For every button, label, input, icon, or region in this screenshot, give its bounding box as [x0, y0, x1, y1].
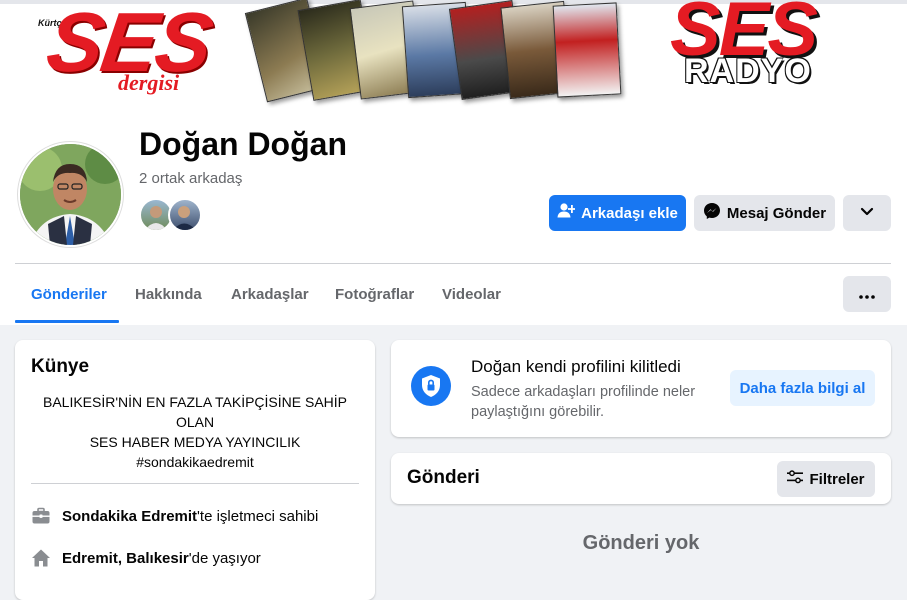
intro-work-row: Sondakika Edremit'te işletmeci sahibi	[31, 506, 318, 526]
intro-divider	[31, 483, 359, 484]
cover-photo[interactable]: Kürtçe SES dergisi SES RADYO	[0, 0, 907, 108]
posts-title: Gönderi	[407, 467, 480, 488]
send-message-button[interactable]: Mesaj Gönder	[694, 195, 835, 231]
magazine-cover	[552, 2, 622, 98]
send-message-label: Mesaj Gönder	[726, 204, 827, 222]
cover-right-logo: SES RADYO	[662, 0, 827, 96]
messenger-icon	[703, 202, 721, 224]
learn-more-button[interactable]: Daha fazla bilgi al	[730, 370, 875, 406]
filter-icon	[787, 470, 804, 488]
mutual-friends-avatars	[139, 198, 209, 232]
shield-lock-icon	[411, 366, 451, 406]
add-friend-icon	[557, 202, 577, 224]
mutual-friend-avatar[interactable]	[168, 198, 202, 232]
tab-about[interactable]: Hakkında	[135, 264, 202, 324]
bio-line: SES HABER MEDYA YAYINCILIK	[89, 434, 301, 450]
profile-avatar[interactable]	[18, 142, 123, 247]
briefcase-icon	[31, 506, 51, 526]
tab-friends[interactable]: Arkadaşlar	[231, 264, 309, 324]
home-icon	[31, 548, 51, 568]
intro-bio: BALIKESİR'NİN EN FAZLA TAKİPÇİSİNE SAHİP…	[31, 392, 359, 472]
cover-left-logo-sub: dergisi	[118, 70, 180, 95]
profile-more-button[interactable]	[843, 195, 891, 231]
add-friend-button[interactable]: Arkadaşı ekle	[549, 195, 686, 231]
tabs-more-button[interactable]	[843, 276, 891, 312]
filters-label: Filtreler	[809, 470, 865, 488]
no-posts-message: Gönderi yok	[582, 532, 700, 554]
bio-hashtag[interactable]: #sondakikaedremit	[31, 452, 359, 472]
locked-profile-card: Doğan kendi profilini kilitledi Sadece a…	[391, 340, 891, 437]
intro-work-place[interactable]: Sondakika Edremit	[62, 508, 197, 525]
locked-profile-title: Doğan kendi profilini kilitledi	[471, 357, 681, 376]
intro-work-suffix: 'te işletmeci sahibi	[197, 507, 319, 525]
tab-photos[interactable]: Fotoğraflar	[335, 264, 414, 324]
intro-title: Künye	[31, 356, 90, 377]
mutual-friends-count[interactable]: 2 ortak arkadaş	[139, 170, 242, 187]
tab-videos[interactable]: Videolar	[442, 264, 501, 324]
magazine-covers	[244, 0, 650, 103]
active-tab-indicator	[15, 320, 119, 323]
tab-posts[interactable]: Gönderiler	[31, 264, 107, 324]
intro-home: Edremit, Balıkesir'de yaşıyor	[62, 550, 261, 567]
cover-right-logo-sub: RADYO	[684, 52, 812, 90]
intro-work: Sondakika Edremit'te işletmeci sahibi	[62, 508, 318, 525]
intro-card: Künye BALIKESİR'NİN EN FAZLA TAKİPÇİSİNE…	[15, 340, 375, 600]
add-friend-label: Arkadaşı ekle	[581, 204, 678, 222]
more-dots-icon	[859, 286, 875, 303]
intro-home-suffix: 'de yaşıyor	[188, 549, 261, 567]
locked-profile-subtitle: Sadece arkadaşları profilinde neler payl…	[471, 384, 696, 420]
intro-home-row: Edremit, Balıkesir'de yaşıyor	[31, 548, 261, 568]
bio-line: BALIKESİR'NİN EN FAZLA TAKİPÇİSİNE SAHİP	[42, 394, 348, 410]
chevron-down-icon	[860, 204, 874, 222]
posts-header-card: Gönderi Filtreler	[391, 453, 891, 504]
intro-home-place[interactable]: Edremit, Balıkesir	[62, 550, 189, 567]
profile-header: Kürtçe SES dergisi SES RADYO Doğan Doğan…	[0, 0, 907, 325]
bio-line: OLAN	[175, 414, 215, 430]
filters-button[interactable]: Filtreler	[777, 461, 875, 497]
profile-name: Doğan Doğan	[139, 126, 347, 162]
